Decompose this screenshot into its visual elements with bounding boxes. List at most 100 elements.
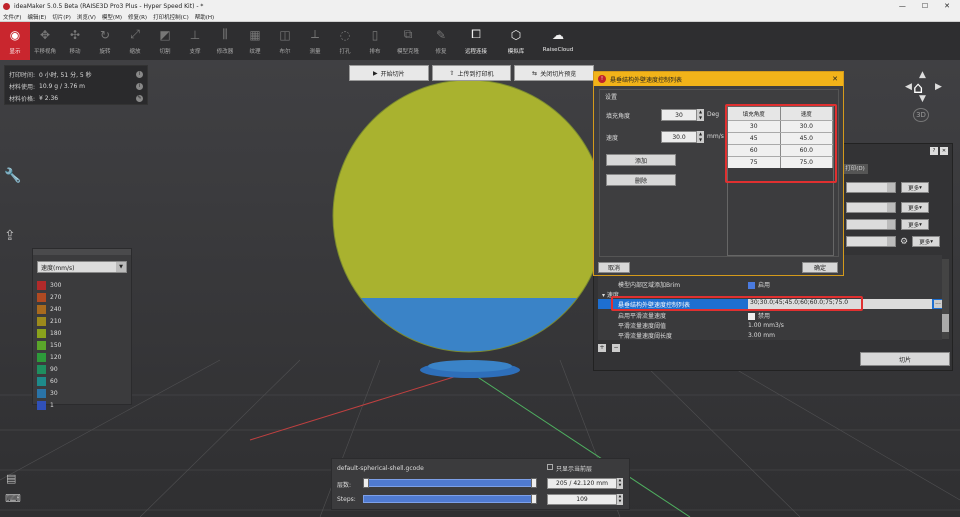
dialog-close-icon[interactable]: ✕ xyxy=(832,75,838,83)
cancel-button[interactable]: 取消 xyxy=(598,262,630,273)
toolbar-raisecloud-button[interactable]: ☁ RaiseCloud xyxy=(536,22,580,60)
nav-left-icon[interactable]: ◀ xyxy=(905,82,912,92)
menu-view[interactable]: 浏览(V) xyxy=(77,13,96,21)
toolbar-texture-button[interactable]: ▦ 纹理 xyxy=(240,22,270,60)
toolbar-arrange-button[interactable]: ▯ 排布 xyxy=(360,22,390,60)
steps-stepper[interactable]: ▲ ▼ xyxy=(617,494,623,505)
toolbar-measure-button[interactable]: ⟂ 测量 xyxy=(300,22,330,60)
toolbar-library-button[interactable]: ⬡ 模拟库 xyxy=(496,22,536,60)
add-button[interactable]: 添加 xyxy=(606,154,676,166)
edit-icon[interactable]: ✎ xyxy=(136,94,143,102)
toolbar-pan-button[interactable]: ✥ 平移视角 xyxy=(30,22,60,60)
legend-item: 300 xyxy=(33,279,131,291)
panel-grip[interactable] xyxy=(33,249,131,255)
clone-icon: ⧉ xyxy=(403,27,413,41)
toolbar-support-button[interactable]: ⊥ 支撑 xyxy=(180,22,210,60)
layer-slider-min-handle[interactable] xyxy=(363,478,369,488)
speed-label: 速度 xyxy=(606,135,619,142)
more-button[interactable]: 更多 ▾ xyxy=(912,236,941,247)
export-icon[interactable]: ⇪ xyxy=(4,228,24,244)
speed-input[interactable]: 30.0 xyxy=(661,131,697,143)
nav-down-icon[interactable]: ▼ xyxy=(919,94,926,104)
toolbar-rotate-button[interactable]: ↻ 旋转 xyxy=(90,22,120,60)
add-setting-icon[interactable]: + xyxy=(598,344,606,352)
steps-value-field[interactable]: 109 xyxy=(547,494,617,505)
settings-dropdown-2[interactable] xyxy=(846,202,896,213)
warning-icon: ! xyxy=(598,75,606,83)
remove-setting-icon[interactable]: − xyxy=(612,344,620,352)
toolbar-move-button[interactable]: ✣ 移动 xyxy=(60,22,90,60)
menu-printer-control[interactable]: 打印机控制(C) xyxy=(153,13,189,21)
toolbar-modifier-button[interactable]: ⫼ 修改器 xyxy=(210,22,240,60)
toolbar-scale-button[interactable]: ⤢ 缩放 xyxy=(120,22,150,60)
slice-button[interactable]: 切片 xyxy=(860,352,950,366)
gear-icon[interactable]: ⚙ xyxy=(900,237,908,247)
toolbar-display-button[interactable]: ◉ 显示 xyxy=(0,22,30,60)
keyboard-icon[interactable]: ⌨ xyxy=(5,492,21,505)
boolean-icon: ◫ xyxy=(279,27,291,42)
property-row[interactable]: 平滑流量速度阈长度 3.00 mm xyxy=(598,330,942,340)
nav-right-icon[interactable]: ▶ xyxy=(935,82,942,92)
toolbar-clone-button[interactable]: ⧉ 模型克隆 xyxy=(390,22,426,60)
toolbar-hole-button[interactable]: ◌ 打孔 xyxy=(330,22,360,60)
toolbar-remote-button[interactable]: ⧠ 远程连接 xyxy=(456,22,496,60)
layer-slider[interactable] xyxy=(363,479,536,487)
toolbar-cut-button[interactable]: ◩ 切割 xyxy=(150,22,180,60)
wrench-icon[interactable]: 🔧 xyxy=(4,168,24,228)
steps-slider[interactable] xyxy=(363,495,536,503)
scrollbar[interactable] xyxy=(942,259,949,339)
property-row[interactable]: 启用平滑流量速度 禁用 xyxy=(598,310,942,320)
ok-button[interactable]: 确定 xyxy=(802,262,838,273)
settings-dropdown-4[interactable] xyxy=(846,236,896,247)
property-row[interactable]: 模型内部区域添加Brim 启用 xyxy=(598,279,942,289)
info-icon[interactable]: i xyxy=(136,70,143,78)
3d-view-icon[interactable]: 3D xyxy=(913,108,929,122)
menu-edit[interactable]: 编辑(E) xyxy=(27,13,46,21)
edit-list-button[interactable]: ... xyxy=(934,300,942,308)
layer-stepper[interactable]: ▲ ▼ xyxy=(617,478,623,489)
menu-repair[interactable]: 修复(R) xyxy=(128,13,147,21)
start-slice-button[interactable]: ▶ 开始切片 xyxy=(349,65,429,81)
settings-dropdown-1[interactable] xyxy=(846,182,896,193)
angle-stepper[interactable]: ▲ ▼ xyxy=(697,109,704,121)
delete-button[interactable]: 删除 xyxy=(606,174,676,186)
menu-file[interactable]: 文件(F) xyxy=(3,13,21,21)
legend-swatch xyxy=(37,376,46,386)
legend-mode-select[interactable]: 速度(mm/s) ▼ xyxy=(37,261,127,273)
panel-close-button[interactable]: ✕ xyxy=(940,147,948,155)
more-button[interactable]: 更多 ▾ xyxy=(901,182,929,193)
panel-help-button[interactable]: ? xyxy=(930,147,938,155)
close-preview-button[interactable]: ⇆ 关闭切片预览 xyxy=(514,65,595,81)
tab-print[interactable]: 打印(D) xyxy=(842,164,868,174)
layer-slider-max-handle[interactable] xyxy=(531,478,537,488)
only-current-checkbox[interactable] xyxy=(547,464,553,470)
menu-slice[interactable]: 切片(P) xyxy=(52,13,71,21)
toolbar-boolean-button[interactable]: ◫ 布尔 xyxy=(270,22,300,60)
close-button[interactable]: ✕ xyxy=(944,2,950,10)
settings-dropdown-3[interactable] xyxy=(846,219,896,230)
eye-icon: ◉ xyxy=(9,27,21,42)
print-time-label: 打印时间: xyxy=(9,71,36,79)
more-button[interactable]: 更多 ▾ xyxy=(901,219,929,230)
property-row[interactable]: 平滑流量速度阈值 1.00 mm3/s xyxy=(598,320,942,330)
steps-slider-handle[interactable] xyxy=(531,494,537,504)
checkbox-checked-icon[interactable] xyxy=(748,281,755,289)
menu-help[interactable]: 帮助(H) xyxy=(195,13,214,21)
upload-printer-button[interactable]: ⇧ 上传到打印机 xyxy=(431,65,512,81)
checkbox-icon[interactable] xyxy=(748,312,755,320)
angle-input[interactable]: 30 xyxy=(661,109,697,121)
menu-model[interactable]: 模型(M) xyxy=(102,13,122,21)
legend-swatch xyxy=(37,316,46,326)
layer-value-field[interactable]: 205 / 42.120 mm xyxy=(547,478,617,489)
legend-item: 120 xyxy=(33,351,131,363)
toolbar-repair-button[interactable]: ✎ 修复 xyxy=(426,22,456,60)
speed-unit: mm/s xyxy=(707,133,724,140)
minimize-button[interactable]: — xyxy=(899,2,906,10)
gcode-viewer-icon[interactable]: ▤ xyxy=(6,472,16,485)
more-button[interactable]: 更多 ▾ xyxy=(901,202,929,213)
speed-stepper[interactable]: ▲ ▼ xyxy=(697,131,704,143)
legend-swatch xyxy=(37,292,46,302)
legend-swatch xyxy=(37,352,46,362)
info-icon[interactable]: i xyxy=(136,82,143,90)
maximize-button[interactable]: ☐ xyxy=(922,2,928,10)
